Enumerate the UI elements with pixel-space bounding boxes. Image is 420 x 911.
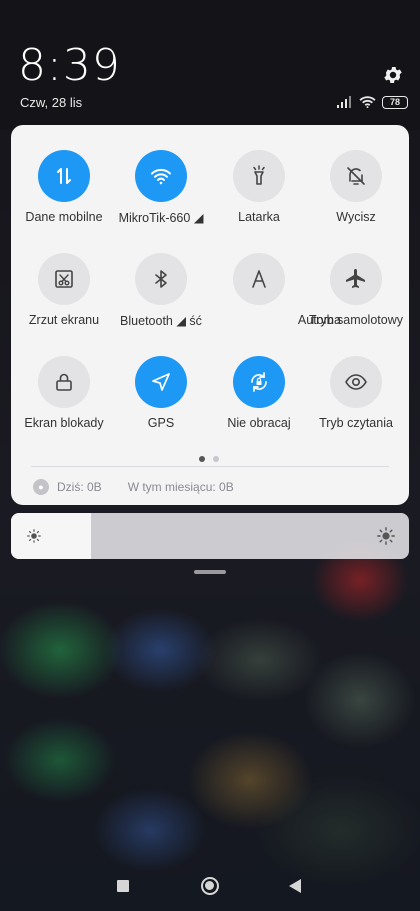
tile-screenshot-toggle[interactable]: [38, 253, 90, 305]
tile-airplane-mode[interactable]: Tryb samolotowy: [306, 253, 404, 343]
brightness-slider[interactable]: [11, 513, 409, 559]
quick-settings-panel: Dane mobilne MikroTik-660 ◢ Latarka Wyci…: [11, 125, 409, 505]
page-indicator: [199, 456, 219, 462]
bell-off-icon: [347, 167, 365, 185]
tile-reading-mode[interactable]: Tryb czytania: [306, 356, 404, 446]
tile-bluetooth[interactable]: Bluetooth ◢ ść: [111, 253, 209, 343]
battery-indicator: 78: [382, 95, 408, 109]
data-transfer-icon: [57, 168, 71, 184]
clock: 8:39: [18, 40, 121, 91]
tile-gps[interactable]: GPS: [111, 356, 209, 446]
data-usage-month: W tym miesiącu: 0B: [127, 480, 234, 494]
bluetooth-icon: [155, 270, 167, 288]
tile-mute-toggle[interactable]: [330, 150, 382, 202]
tile-label: Tryb samolotowy: [308, 313, 403, 327]
eye-icon: [345, 374, 367, 390]
tile-rotation-lock[interactable]: Nie obracaj: [209, 356, 307, 446]
tile-flashlight[interactable]: Latarka: [209, 150, 307, 240]
brightness-slider-fill: [11, 513, 91, 559]
tile-bluetooth-toggle[interactable]: [135, 253, 187, 305]
tile-mobile-data-toggle[interactable]: [38, 150, 90, 202]
tile-lock-screen-toggle[interactable]: [38, 356, 90, 408]
flashlight-icon: [253, 165, 265, 185]
divider: [31, 466, 389, 467]
tile-wifi[interactable]: MikroTik-660 ◢: [111, 150, 209, 240]
auto-brightness-icon: [252, 270, 266, 288]
lock-icon: [56, 373, 72, 391]
data-usage-icon: ●: [33, 479, 49, 495]
tile-label: Bluetooth ◢ ść: [120, 314, 202, 328]
tile-lock-screen[interactable]: Ekran blokady: [14, 356, 112, 446]
signal-icon: [337, 96, 351, 108]
tile-mute[interactable]: Wycisz: [306, 150, 404, 240]
wifi-status-icon: [359, 96, 376, 108]
drag-handle[interactable]: [194, 570, 226, 574]
brightness-low-icon: [27, 529, 41, 543]
tile-auto-brightness[interactable]: Automa: [209, 253, 341, 343]
airplane-icon: [346, 269, 365, 288]
tile-auto-brightness-toggle[interactable]: [233, 253, 285, 305]
rotation-lock-icon: [251, 372, 267, 392]
tile-reading-mode-toggle[interactable]: [330, 356, 382, 408]
back-button[interactable]: [289, 879, 301, 893]
tile-screenshot[interactable]: Zrzut ekranu: [14, 253, 112, 343]
tile-flashlight-toggle[interactable]: [233, 150, 285, 202]
recent-apps-button[interactable]: [117, 880, 129, 892]
location-icon: [152, 373, 170, 391]
tile-rotation-lock-toggle[interactable]: [233, 356, 285, 408]
screenshot-icon: [55, 270, 73, 288]
page-dot: [213, 456, 219, 462]
tile-label: Tryb czytania: [319, 416, 393, 430]
brightness-high-icon: [377, 527, 395, 545]
data-usage[interactable]: ● Dziś: 0B W tym miesiącu: 0B: [33, 478, 234, 496]
wifi-icon: [151, 168, 171, 185]
home-button[interactable]: [201, 877, 219, 895]
data-usage-today: Dziś: 0B: [57, 480, 102, 494]
tile-gps-toggle[interactable]: [135, 356, 187, 408]
tile-wifi-toggle[interactable]: [135, 150, 187, 202]
tile-airplane-mode-toggle[interactable]: [330, 253, 382, 305]
status-icons: 78: [337, 95, 408, 109]
tile-label: Wycisz: [336, 210, 376, 224]
tile-mobile-data[interactable]: Dane mobilne: [14, 150, 112, 240]
page-dot-active: [199, 456, 205, 462]
gear-icon[interactable]: [382, 64, 404, 86]
date: Czw, 28 lis: [20, 95, 83, 110]
